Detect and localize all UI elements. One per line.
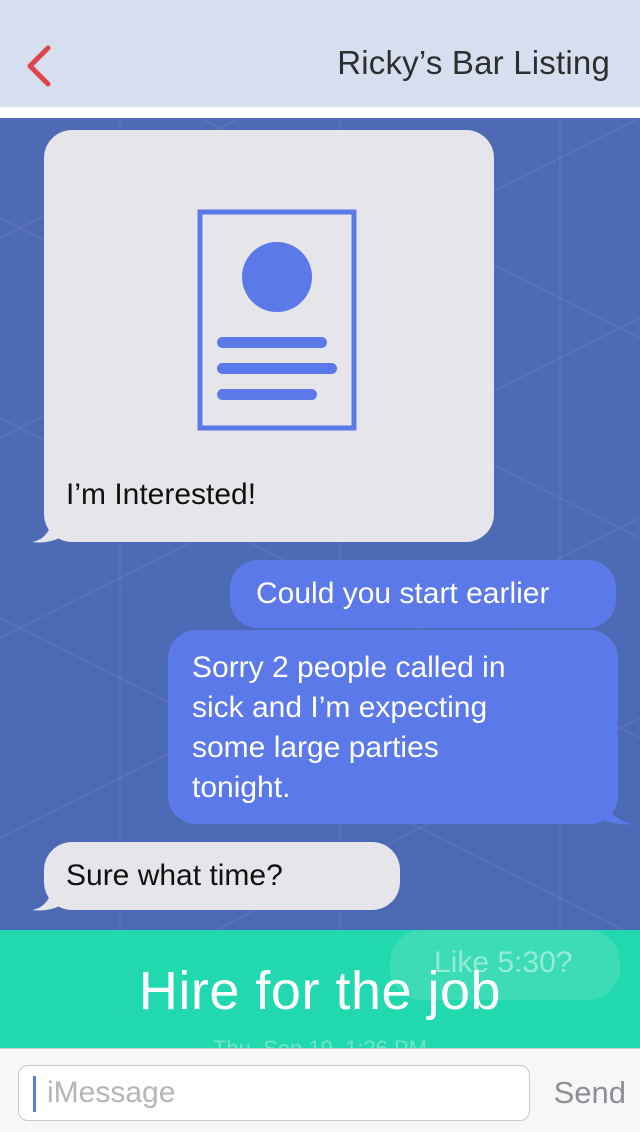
hire-button-label: Hire for the job: [138, 961, 502, 1021]
bubble-tail: [32, 884, 68, 911]
send-button[interactable]: Send: [554, 1075, 626, 1111]
message-composer: iMessage Send: [0, 1048, 640, 1132]
incoming-message[interactable]: Sure what time?: [44, 842, 400, 910]
header-divider: [0, 107, 640, 118]
page-title: Ricky’s Bar Listing: [337, 44, 610, 81]
bubble-tail: [596, 798, 632, 825]
message-timestamp: Thu, Sep 19, 1:26 PM: [0, 1036, 640, 1048]
message-text: Sure what time?: [66, 859, 283, 892]
text-cursor: [33, 1076, 36, 1112]
message-input-placeholder: iMessage: [47, 1076, 176, 1109]
interest-card-bubble[interactable]: I’m Interested!: [44, 130, 494, 542]
message-line: Sorry 2 people called in: [192, 651, 506, 684]
document-profile-icon: [197, 209, 357, 431]
back-button[interactable]: [22, 42, 62, 92]
hire-for-job-button[interactable]: Like 5:30? Thu, Sep 19, 1:26 PM Hire for…: [0, 930, 640, 1048]
nav-header: Ricky’s Bar Listing: [0, 0, 640, 107]
bubble-tail: [32, 516, 68, 543]
outgoing-message[interactable]: Could you start earlier: [230, 560, 616, 628]
chat-thread[interactable]: I’m Interested! Could you start earlier …: [0, 118, 640, 930]
message-line: sick and I’m expecting: [192, 691, 488, 724]
card-message-text: I’m Interested!: [66, 478, 257, 511]
message-input[interactable]: iMessage: [18, 1065, 530, 1121]
message-text: Could you start earlier: [256, 577, 550, 610]
chevron-left-icon: [27, 45, 51, 87]
message-line: some large parties: [192, 731, 439, 764]
message-line: tonight.: [192, 771, 291, 804]
outgoing-message[interactable]: Sorry 2 people called in sick and I’m ex…: [168, 630, 618, 824]
